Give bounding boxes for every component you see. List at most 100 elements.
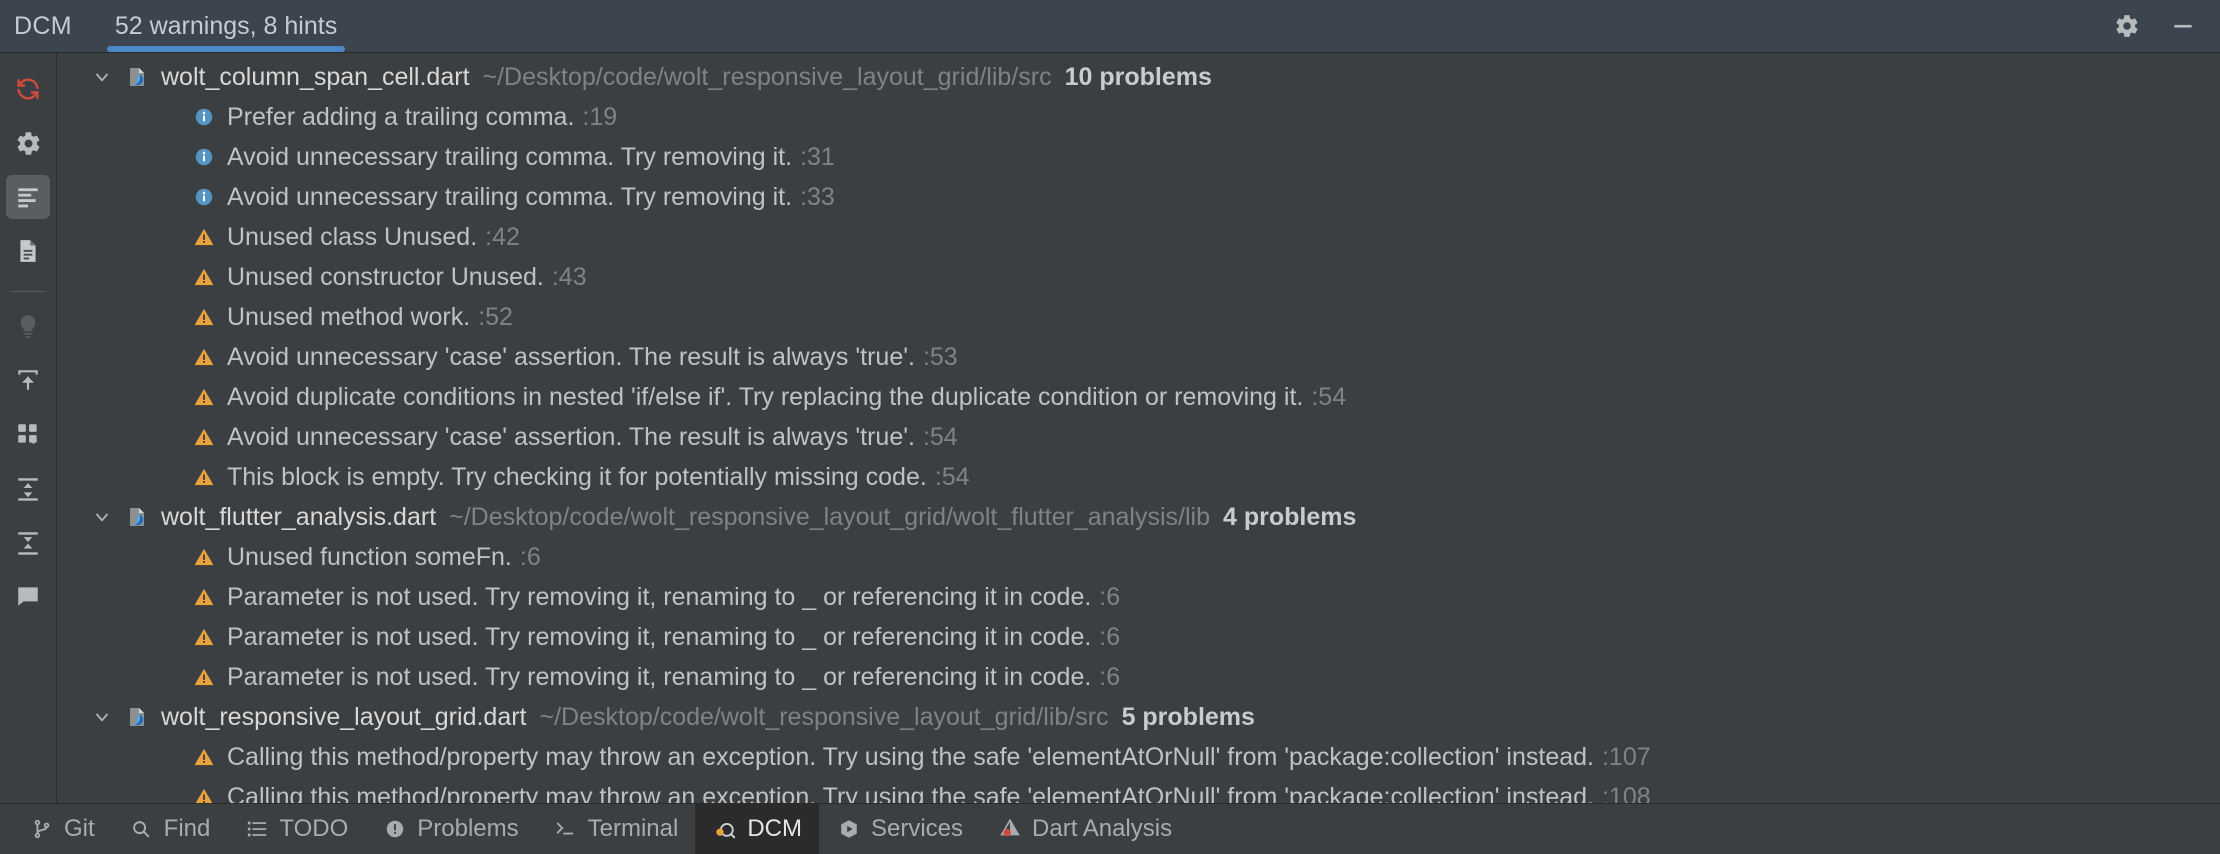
warning-icon	[192, 625, 216, 649]
problem-message: This block is empty. Try checking it for…	[227, 462, 927, 491]
status-item-terminal[interactable]: Terminal	[536, 804, 696, 854]
dcm-tool-window: DCM 52 warnings, 8 hints wolt_column_spa…	[0, 0, 2220, 854]
comment-icon[interactable]	[6, 574, 50, 618]
export-icon[interactable]	[6, 358, 50, 402]
collapse-all-icon[interactable]	[6, 520, 50, 564]
tab-warnings-hints[interactable]: 52 warnings, 8 hints	[99, 0, 353, 52]
tool-window-header: DCM 52 warnings, 8 hints	[0, 0, 2220, 53]
file-path: ~/Desktop/code/wolt_responsive_layout_gr…	[449, 502, 1210, 531]
problem-row[interactable]: Unused function someFn. :6	[57, 537, 2220, 577]
tree-file-row[interactable]: wolt_responsive_layout_grid.dart ~/Deskt…	[57, 697, 2220, 737]
git-branch-icon	[29, 817, 54, 842]
problem-message: Unused function someFn.	[227, 542, 512, 571]
refresh-icon[interactable]	[6, 67, 50, 111]
status-item-label: DCM	[747, 815, 802, 842]
problem-row[interactable]: Calling this method/property may throw a…	[57, 777, 2220, 803]
problem-row[interactable]: Avoid unnecessary 'case' assertion. The …	[57, 417, 2220, 457]
status-bar: Git Find TODO Problems Terminal DCM Serv…	[0, 803, 2220, 854]
problem-count: 10 problems	[1064, 62, 1212, 91]
problems-tree[interactable]: wolt_column_span_cell.dart ~/Desktop/cod…	[57, 53, 2220, 803]
problem-row[interactable]: Avoid unnecessary trailing comma. Try re…	[57, 177, 2220, 217]
problem-message: Unused constructor Unused.	[227, 262, 544, 291]
status-item-git[interactable]: Git	[12, 804, 112, 854]
problem-line: :54	[922, 422, 958, 451]
status-item-dart-analysis[interactable]: Dart Analysis	[980, 804, 1189, 854]
status-item-services[interactable]: Services	[819, 804, 980, 854]
problem-message: Calling this method/property may throw a…	[227, 742, 1594, 771]
gear-icon[interactable]	[6, 121, 50, 165]
problem-row[interactable]: Unused class Unused. :42	[57, 217, 2220, 257]
warning-icon	[192, 785, 216, 803]
status-item-find[interactable]: Find	[112, 804, 228, 854]
file-path: ~/Desktop/code/wolt_responsive_layout_gr…	[482, 62, 1052, 91]
problem-row[interactable]: Parameter is not used. Try removing it, …	[57, 657, 2220, 697]
terminal-icon	[553, 817, 578, 842]
chevron-down-icon[interactable]	[91, 66, 113, 88]
left-toolbar	[0, 53, 57, 803]
expand-all-icon[interactable]	[6, 466, 50, 510]
status-item-label: TODO	[279, 815, 349, 842]
todo-list-icon	[244, 817, 269, 842]
file-report-icon[interactable]	[6, 229, 50, 273]
chevron-down-icon[interactable]	[91, 706, 113, 728]
problem-row[interactable]: Avoid unnecessary trailing comma. Try re…	[57, 137, 2220, 177]
header-tab-list: 52 warnings, 8 hints	[99, 0, 353, 52]
problem-row[interactable]: Unused method work. :52	[57, 297, 2220, 337]
page-title: DCM	[14, 11, 72, 40]
minimize-icon[interactable]	[2168, 11, 2198, 41]
problem-message: Parameter is not used. Try removing it, …	[227, 662, 1092, 691]
lightbulb-icon[interactable]	[6, 304, 50, 348]
problem-message: Avoid unnecessary 'case' assertion. The …	[227, 342, 915, 371]
dart-file-icon	[125, 704, 151, 730]
tool-window-body: wolt_column_span_cell.dart ~/Desktop/cod…	[0, 53, 2220, 803]
warning-icon	[192, 345, 216, 369]
services-icon	[836, 817, 861, 842]
problem-line: :53	[922, 342, 958, 371]
dcm-icon	[712, 817, 737, 842]
toolbar-divider	[11, 291, 45, 292]
problem-message: Avoid unnecessary trailing comma. Try re…	[227, 182, 793, 211]
dart-file-icon	[125, 504, 151, 530]
problem-row[interactable]: Parameter is not used. Try removing it, …	[57, 617, 2220, 657]
list-icon[interactable]	[6, 175, 50, 219]
problem-line: :107	[1601, 742, 1651, 771]
problem-line: :54	[934, 462, 970, 491]
problem-row[interactable]: Avoid unnecessary 'case' assertion. The …	[57, 337, 2220, 377]
warning-icon	[192, 265, 216, 289]
status-item-label: Terminal	[587, 815, 679, 842]
problem-row[interactable]: Parameter is not used. Try removing it, …	[57, 577, 2220, 617]
chevron-down-icon[interactable]	[91, 506, 113, 528]
grid-icon[interactable]	[6, 412, 50, 456]
status-item-todo[interactable]: TODO	[227, 804, 365, 854]
warning-icon	[192, 385, 216, 409]
status-item-problems[interactable]: Problems	[365, 804, 535, 854]
info-icon	[192, 105, 216, 129]
warning-icon	[192, 305, 216, 329]
problem-line: :52	[478, 302, 513, 331]
status-item-label: Services	[871, 815, 964, 842]
problem-row[interactable]: Prefer adding a trailing comma. :19	[57, 97, 2220, 137]
info-icon	[192, 185, 216, 209]
settings-icon[interactable]	[2112, 11, 2142, 41]
problem-row[interactable]: Avoid duplicate conditions in nested 'if…	[57, 377, 2220, 417]
problem-message: Calling this method/property may throw a…	[227, 782, 1594, 804]
problem-line: :6	[1099, 582, 1121, 611]
file-name: wolt_column_span_cell.dart	[161, 62, 470, 91]
problem-line: :6	[1099, 622, 1121, 651]
problem-line: :19	[582, 102, 618, 131]
warning-icon	[192, 225, 216, 249]
warning-icon	[192, 465, 216, 489]
tree-file-row[interactable]: wolt_column_span_cell.dart ~/Desktop/cod…	[57, 57, 2220, 97]
problem-line: :42	[485, 222, 520, 251]
tab-label: 52 warnings, 8 hints	[114, 11, 338, 40]
warning-icon	[192, 745, 216, 769]
status-item-label: Find	[163, 815, 211, 842]
problem-row[interactable]: Unused constructor Unused. :43	[57, 257, 2220, 297]
problem-line: :6	[519, 542, 541, 571]
problem-row[interactable]: Calling this method/property may throw a…	[57, 737, 2220, 777]
status-item-dcm[interactable]: DCM	[695, 804, 819, 854]
problem-count: 4 problems	[1222, 502, 1357, 531]
problem-row[interactable]: This block is empty. Try checking it for…	[57, 457, 2220, 497]
header-actions	[2112, 11, 2220, 41]
tree-file-row[interactable]: wolt_flutter_analysis.dart ~/Desktop/cod…	[57, 497, 2220, 537]
